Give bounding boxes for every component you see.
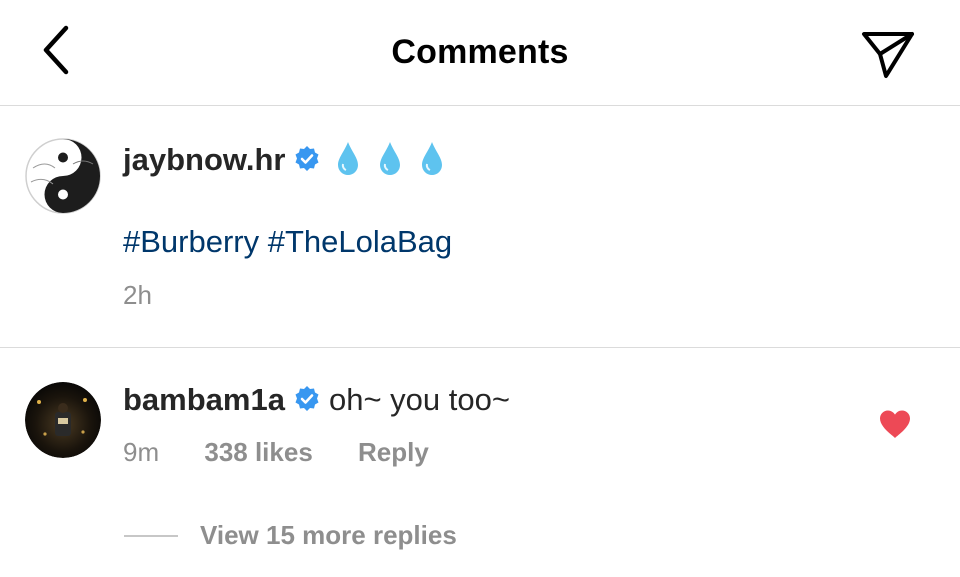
- emoji-group: [335, 140, 461, 186]
- comment-username[interactable]: bambam1a: [123, 382, 285, 417]
- view-replies-button[interactable]: View 15 more replies: [124, 520, 457, 556]
- droplet-emoji-icon: [419, 140, 445, 176]
- reply-button[interactable]: Reply: [358, 437, 429, 468]
- caption-timestamp: 2h: [123, 280, 152, 310]
- comment-text: oh~ you too~: [328, 382, 510, 417]
- avatar[interactable]: [25, 138, 101, 214]
- comment-header: bambam1a oh~ you too~: [123, 380, 510, 420]
- yin-yang-avatar-image: [25, 138, 101, 214]
- share-button[interactable]: [858, 26, 918, 82]
- verified-badge-icon: [293, 383, 321, 411]
- view-replies-label: View 15 more replies: [200, 520, 457, 550]
- comments-screen: Comments jaybnow.hr #Burberry #TheLolaBa…: [0, 0, 960, 577]
- post-caption: jaybnow.hr #Burberry #TheLolaBag 2h: [0, 106, 960, 348]
- verified-badge-icon: [293, 143, 321, 171]
- caption-username[interactable]: jaybnow.hr: [123, 142, 285, 177]
- droplet-emoji-icon: [335, 140, 361, 176]
- header-bar: Comments: [0, 0, 960, 106]
- caption-header: jaybnow.hr: [123, 140, 461, 186]
- hashtag-link[interactable]: #TheLolaBag: [268, 224, 452, 259]
- avatar[interactable]: [25, 382, 101, 458]
- concert-photo-avatar-image: [25, 382, 101, 458]
- comment-meta: 9m 338 likes Reply: [123, 437, 429, 468]
- droplet-emoji-icon: [377, 140, 403, 176]
- comment-timestamp: 9m: [123, 437, 160, 467]
- likes-count[interactable]: 338 likes: [204, 437, 312, 468]
- caption-hashtags: #Burberry #TheLolaBag: [123, 224, 452, 260]
- heart-filled-icon: [880, 410, 910, 438]
- replies-divider-line: [124, 534, 178, 537]
- hashtag-link[interactable]: #Burberry: [123, 224, 259, 259]
- like-button[interactable]: [878, 409, 912, 439]
- page-title: Comments: [391, 33, 569, 71]
- paper-plane-icon: [862, 32, 914, 78]
